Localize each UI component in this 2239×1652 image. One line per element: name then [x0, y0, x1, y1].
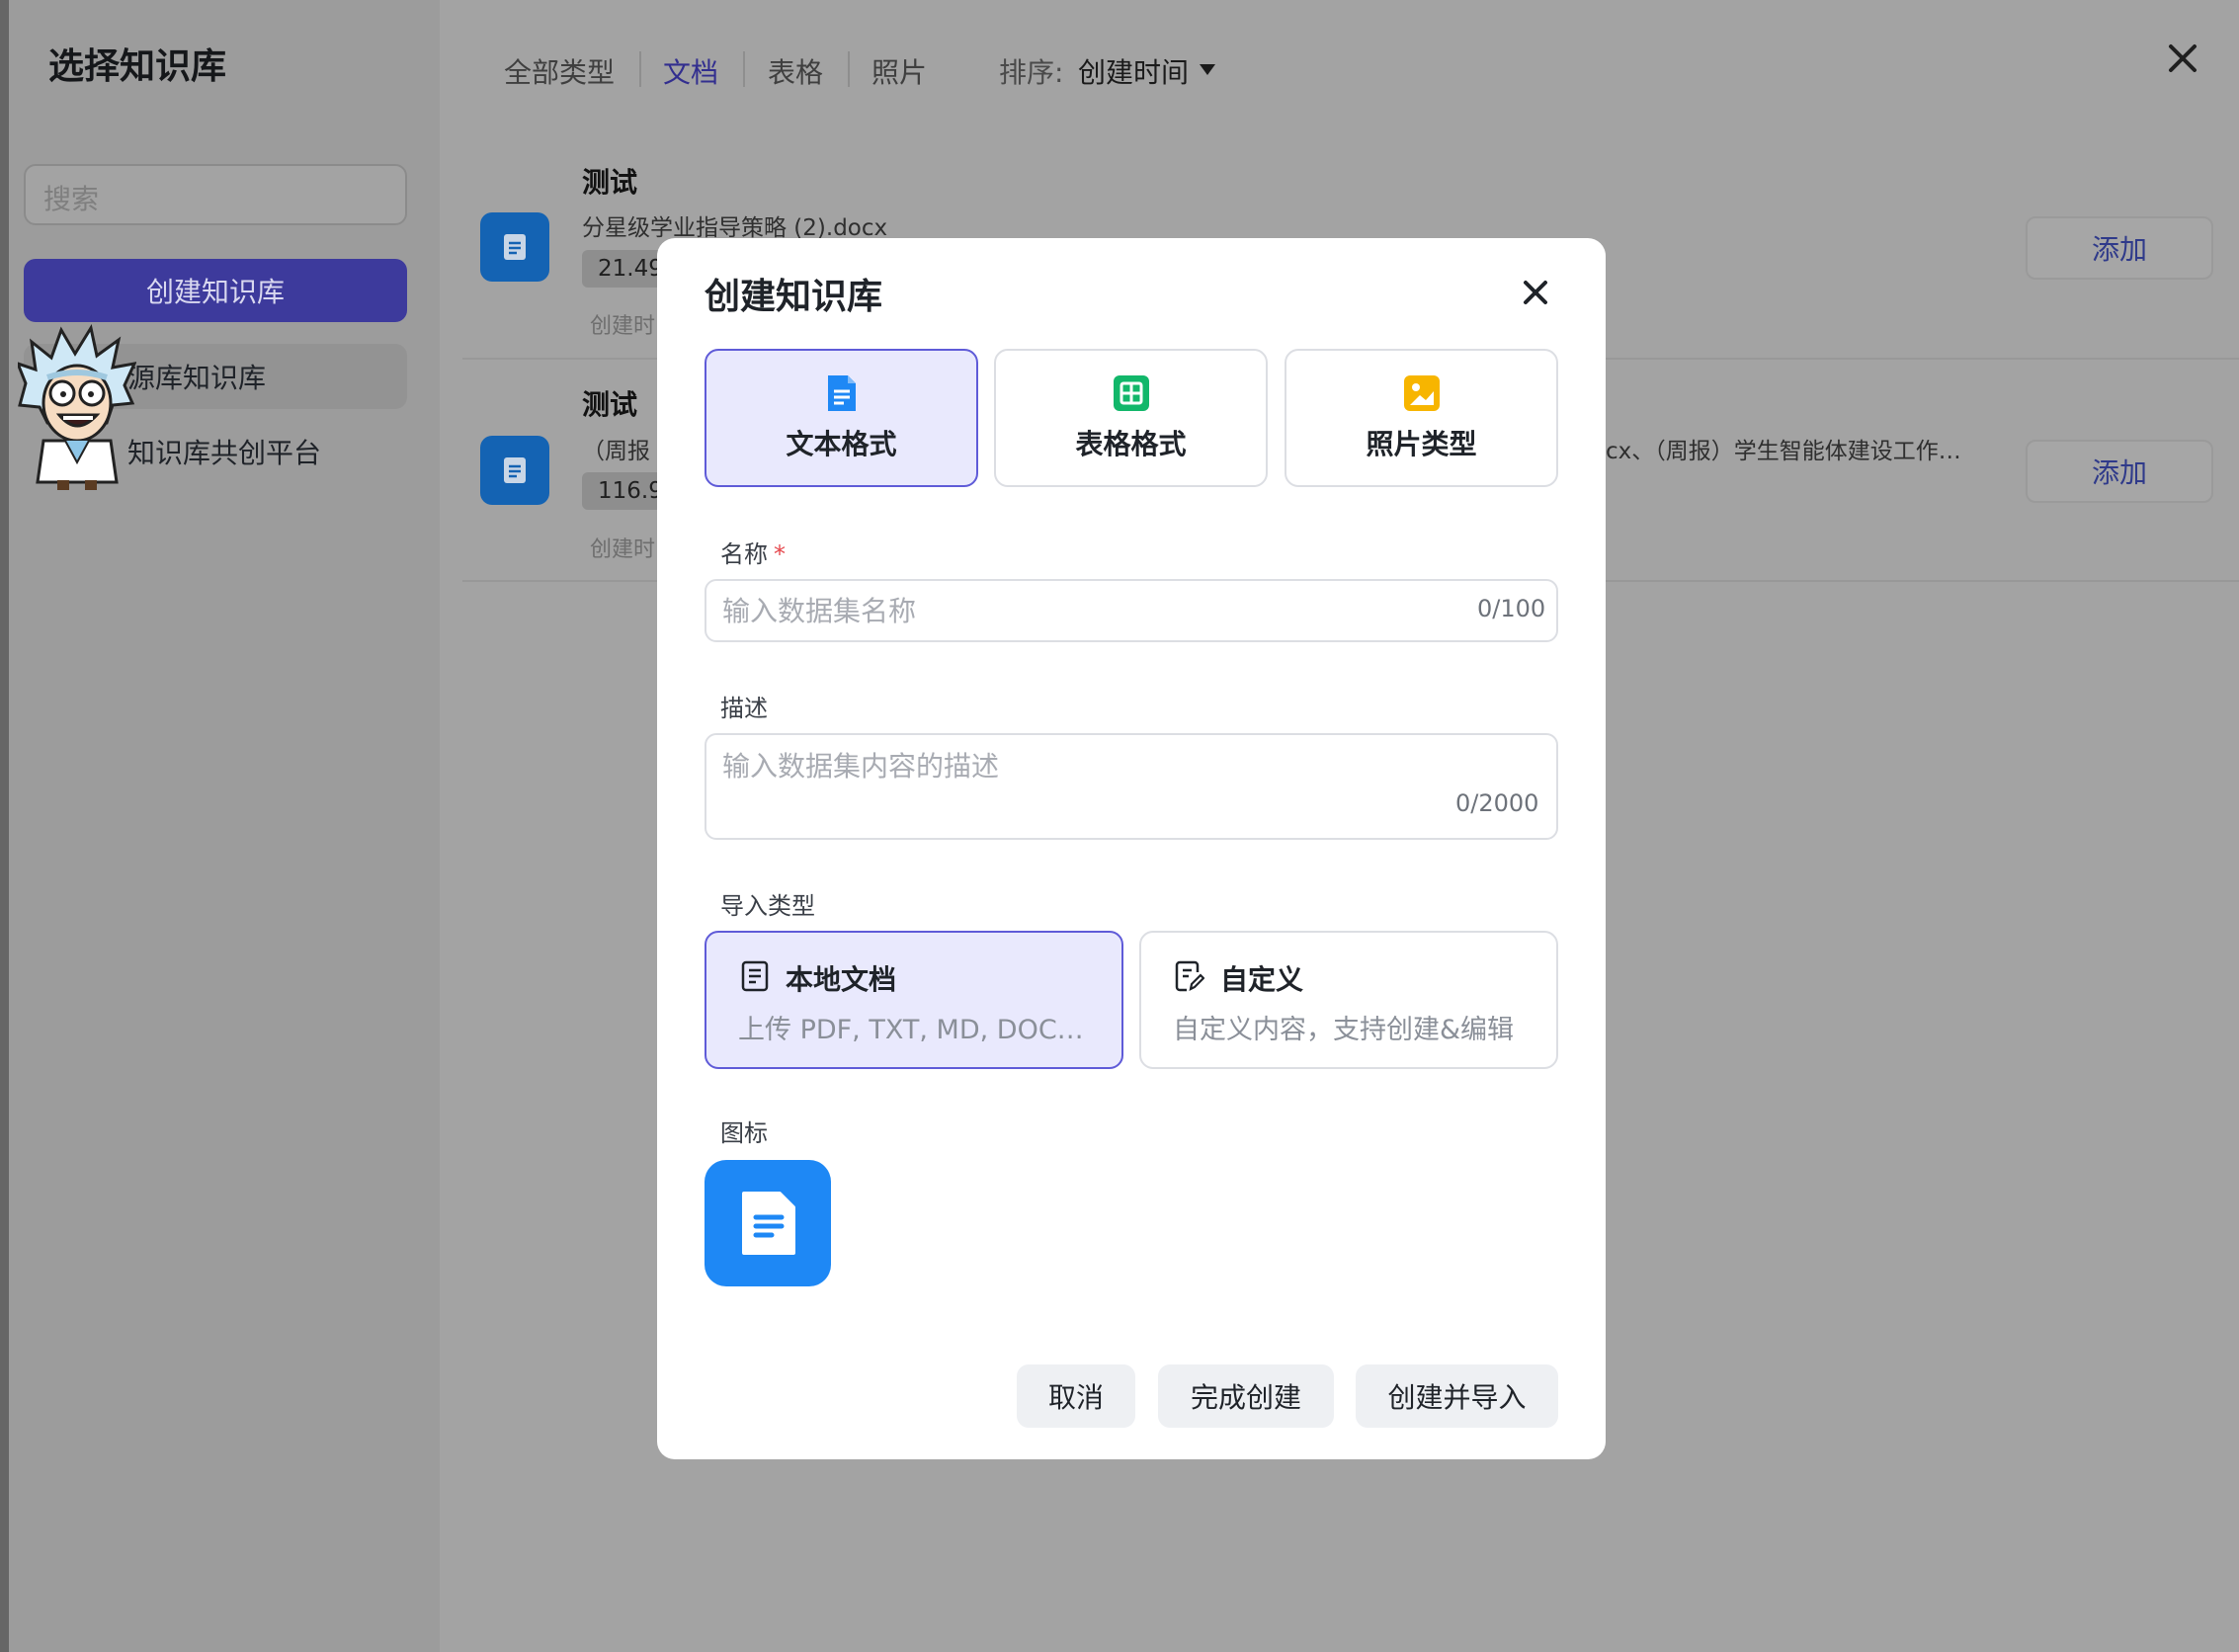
edit-document-icon [1175, 960, 1204, 992]
format-card-label: 照片类型 [1366, 428, 1477, 460]
import-card-local-doc[interactable]: 本地文档 上传 PDF, TXT, MD, DOC… [705, 931, 1123, 1069]
format-card-text[interactable]: 文本格式 [705, 349, 978, 487]
name-char-count: 0/100 [1477, 595, 1546, 622]
kb-sidebar [9, 0, 440, 1652]
create-and-import-button[interactable]: 创建并导入 [1356, 1364, 1558, 1428]
import-card-custom[interactable]: 自定义 自定义内容，支持创建&编辑 [1139, 931, 1558, 1069]
add-kb-button[interactable]: 添加 [2026, 440, 2213, 503]
import-card-title: 自定义 [1220, 963, 1304, 996]
kb-row-time: 创建时 [590, 314, 656, 339]
window-edge [0, 0, 9, 1652]
kb-icon-picker[interactable] [705, 1160, 831, 1286]
name-field-label: 名称 * [720, 535, 786, 569]
cancel-button[interactable]: 取消 [1017, 1364, 1135, 1428]
kb-row-time: 创建时 [590, 537, 656, 562]
sort-label: 排序: [999, 56, 1064, 89]
name-field-label-text: 名称 [720, 540, 768, 568]
close-icon[interactable] [2166, 41, 2199, 75]
file-text-icon [741, 960, 769, 992]
kb-row-files: 分星级学业指导策略 (2).docx [582, 215, 888, 241]
sort-dropdown[interactable]: 创建时间 [1078, 51, 1189, 91]
kb-search-input[interactable]: 搜索 [24, 164, 407, 225]
tab-divider [848, 51, 850, 87]
sidebar-title: 选择知识库 [48, 46, 227, 87]
kb-row-files: （周报 [582, 439, 650, 464]
desc-field-label: 描述 [720, 695, 768, 722]
format-card-image[interactable]: 照片类型 [1285, 349, 1558, 487]
import-card-desc: 自定义内容，支持创建&编辑 [1173, 1015, 1515, 1045]
document-icon [480, 212, 549, 282]
required-mark: * [774, 540, 786, 568]
create-kb-dialog: 创建知识库 文本格式 表格格式 照片类型 名称* 0/100 描述 0/200 [657, 238, 1606, 1459]
tab-tables[interactable]: 表格 [768, 51, 823, 91]
import-card-desc: 上传 PDF, TXT, MD, DOC… [738, 1015, 1084, 1045]
tab-divider [743, 51, 745, 87]
format-card-table[interactable]: 表格格式 [994, 349, 1268, 487]
add-kb-button[interactable]: 添加 [2026, 216, 2213, 280]
tab-divider [639, 51, 641, 87]
document-icon [742, 1192, 795, 1255]
tab-all-types[interactable]: 全部类型 [504, 51, 615, 91]
tab-photos[interactable]: 照片 [871, 51, 927, 91]
close-icon[interactable] [1519, 276, 1552, 309]
image-icon [1403, 375, 1440, 411]
tab-documents[interactable]: 文档 [663, 51, 718, 91]
kb-row-files-overflow: cx、（周报）学生智能体建设工作… [1606, 439, 1961, 464]
caret-down-icon[interactable] [1200, 64, 1215, 75]
dialog-title: 创建知识库 [705, 277, 883, 317]
import-type-label: 导入类型 [720, 892, 815, 920]
kb-name-input[interactable] [705, 579, 1558, 642]
format-card-label: 表格格式 [1075, 428, 1187, 460]
document-icon [480, 436, 549, 505]
kb-row-title: 测试 [582, 166, 638, 199]
kb-description-input[interactable] [705, 733, 1558, 840]
create-kb-button[interactable]: 创建知识库 [24, 259, 407, 322]
finish-create-button[interactable]: 完成创建 [1158, 1364, 1334, 1428]
format-card-label: 文本格式 [786, 428, 897, 460]
table-icon [1113, 375, 1149, 411]
document-icon [827, 375, 856, 411]
desc-char-count: 0/2000 [1455, 789, 1539, 817]
kb-row-title: 测试 [582, 388, 638, 421]
mascot-avatar [18, 324, 136, 490]
icon-field-label: 图标 [720, 1119, 768, 1147]
import-card-title: 本地文档 [786, 963, 897, 996]
